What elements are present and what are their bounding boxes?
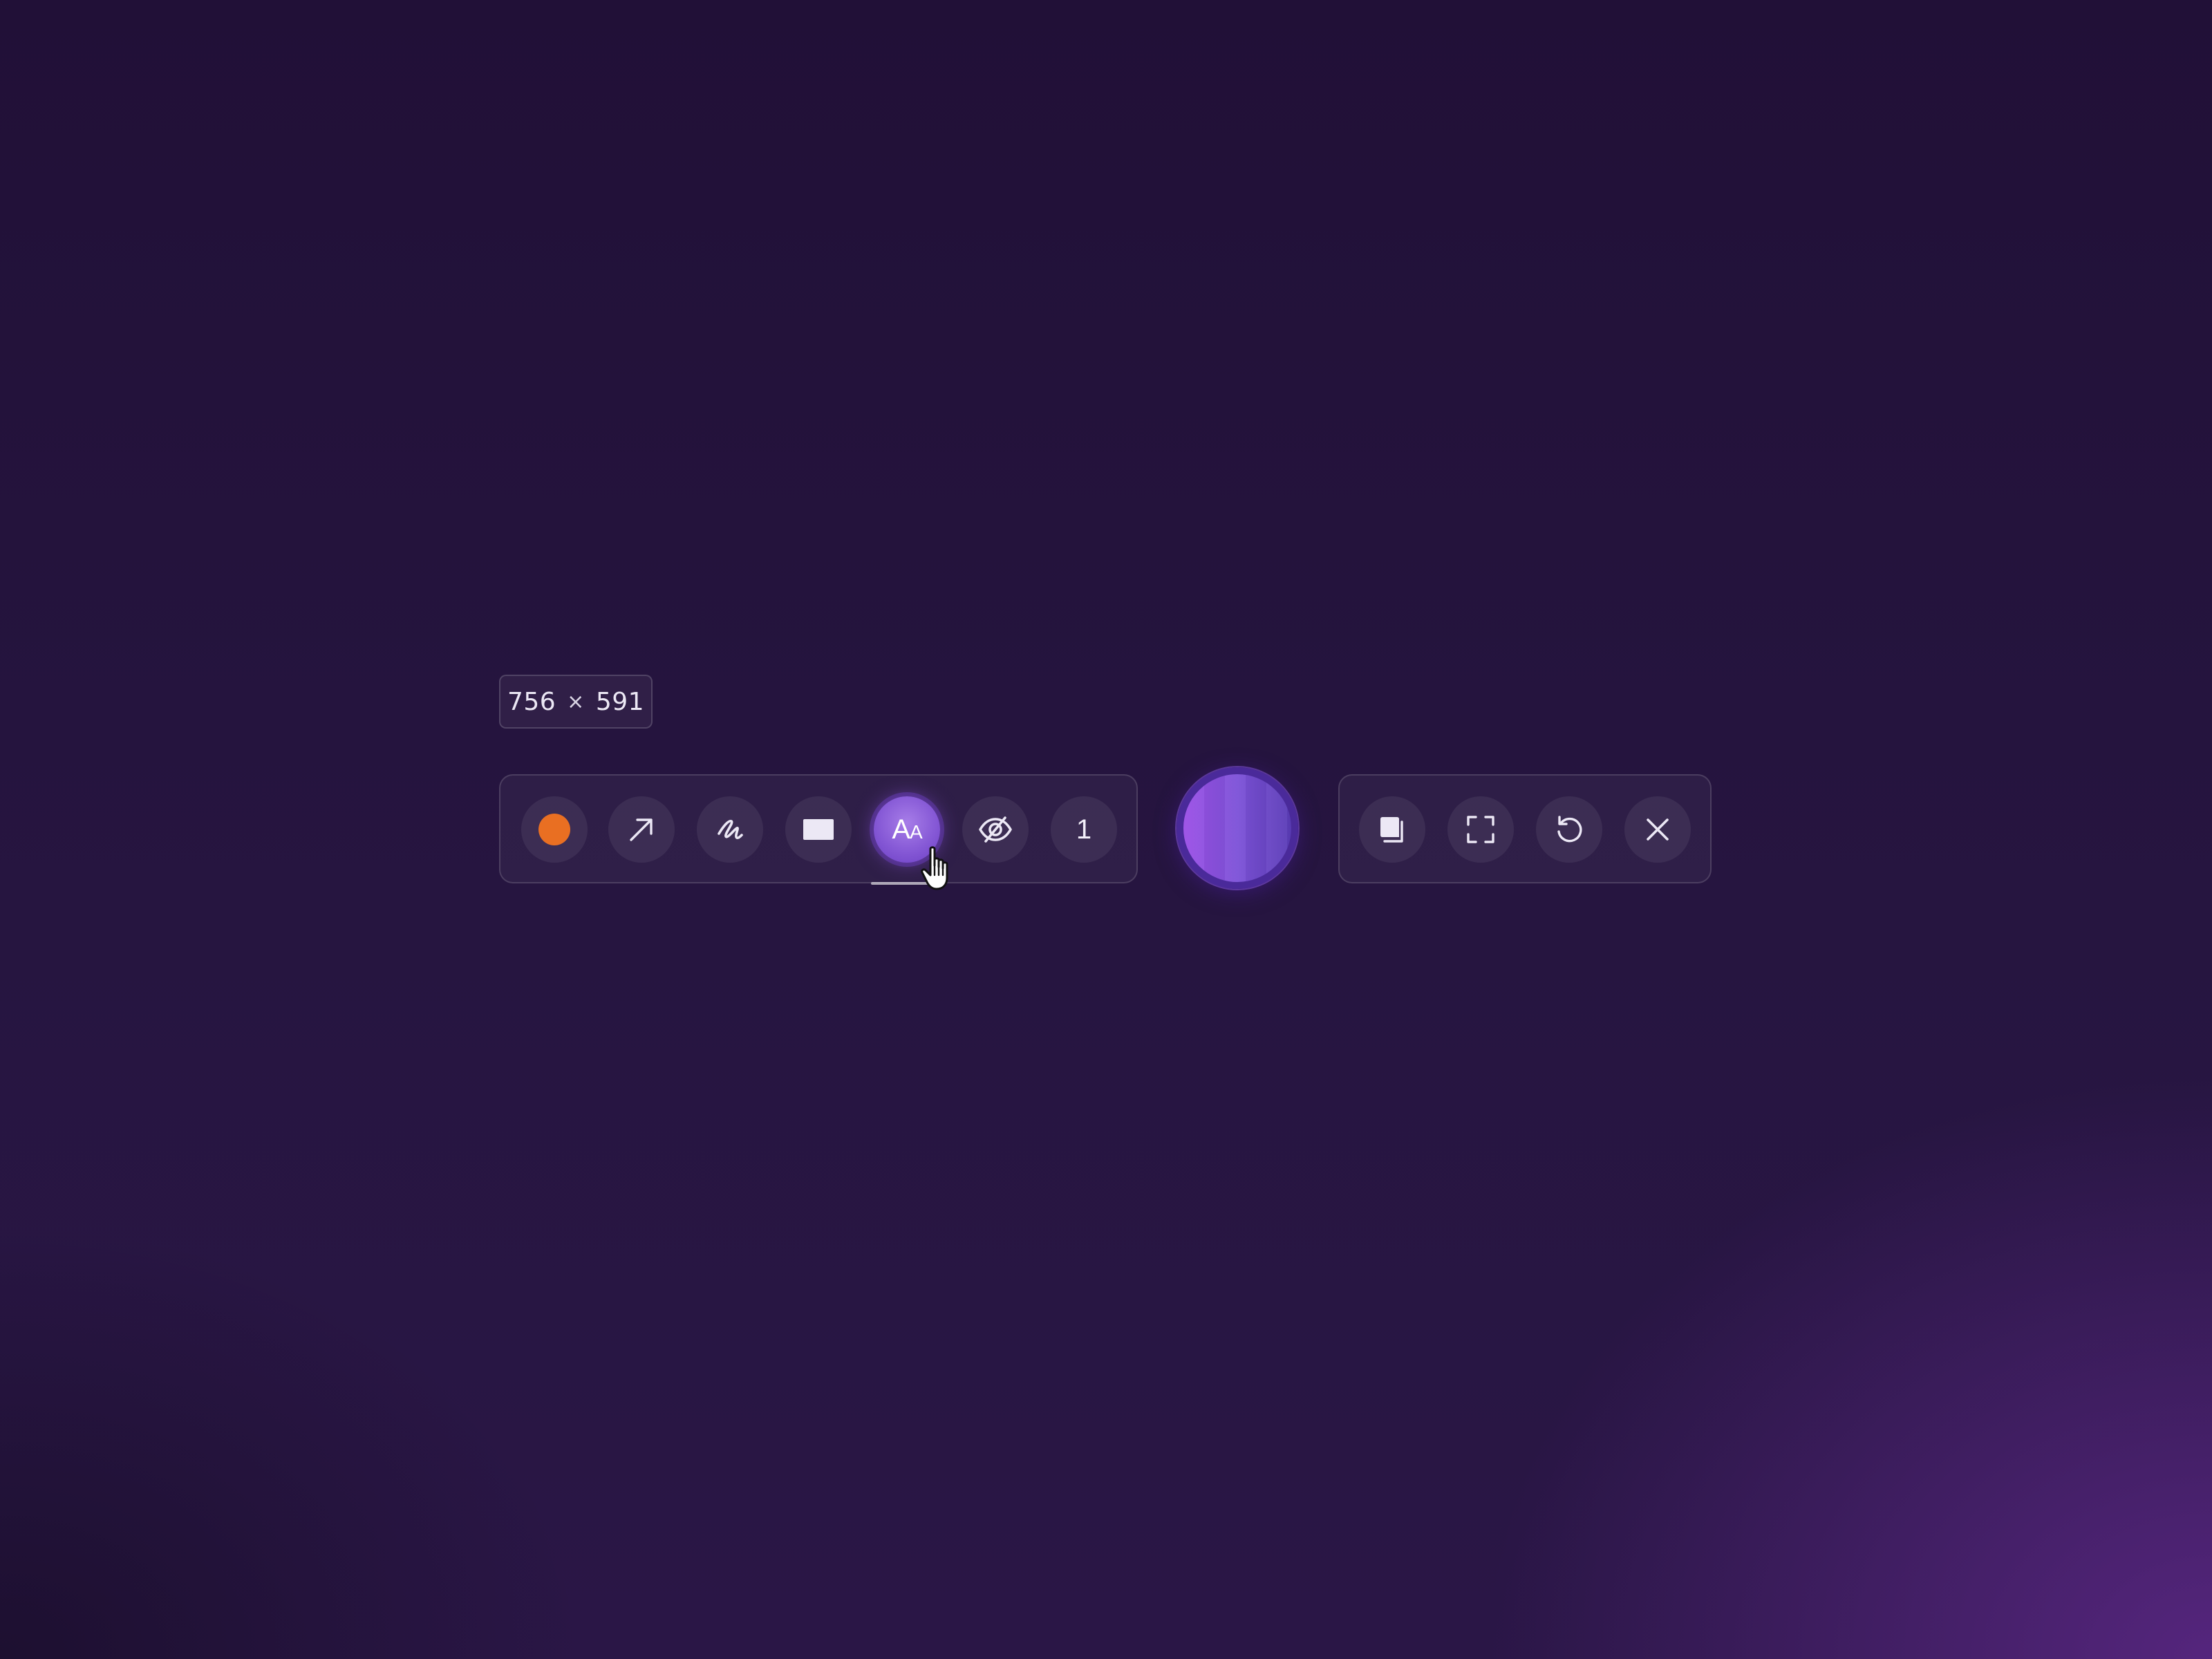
reset-button[interactable]	[1536, 796, 1602, 863]
pen-scribble-icon	[713, 813, 747, 846]
text-icon-small-a: A	[910, 821, 923, 843]
copy-icon	[1376, 814, 1408, 845]
times-separator: ×	[567, 689, 585, 714]
capture-button[interactable]	[1177, 767, 1298, 889]
step-number: 1	[1076, 814, 1092, 845]
arrow-icon	[626, 814, 657, 845]
close-button[interactable]	[1624, 796, 1691, 863]
rectangle-tool-button[interactable]	[785, 796, 852, 863]
selection-height: 591	[595, 687, 645, 716]
text-aa-icon: A A	[892, 814, 923, 845]
text-icon-large-a: A	[892, 814, 910, 845]
undo-icon	[1553, 814, 1585, 845]
close-icon	[1644, 816, 1671, 843]
eye-off-icon	[978, 816, 1013, 843]
pen-tool-button[interactable]	[697, 796, 763, 863]
color-picker-button[interactable]	[521, 796, 588, 863]
arrow-tool-button[interactable]	[608, 796, 675, 863]
selection-size-badge: 756 × 591	[499, 675, 653, 729]
copy-button[interactable]	[1359, 796, 1425, 863]
active-tool-indicator	[871, 882, 940, 885]
fullscreen-icon	[1465, 814, 1496, 845]
step-number-button[interactable]: 1	[1051, 796, 1117, 863]
color-swatch	[538, 814, 570, 845]
blur-tool-button[interactable]	[962, 796, 1029, 863]
fullscreen-button[interactable]	[1447, 796, 1514, 863]
rectangle-icon	[802, 817, 835, 842]
selection-width: 756	[507, 687, 556, 716]
text-tool-button[interactable]: A A	[874, 796, 940, 863]
